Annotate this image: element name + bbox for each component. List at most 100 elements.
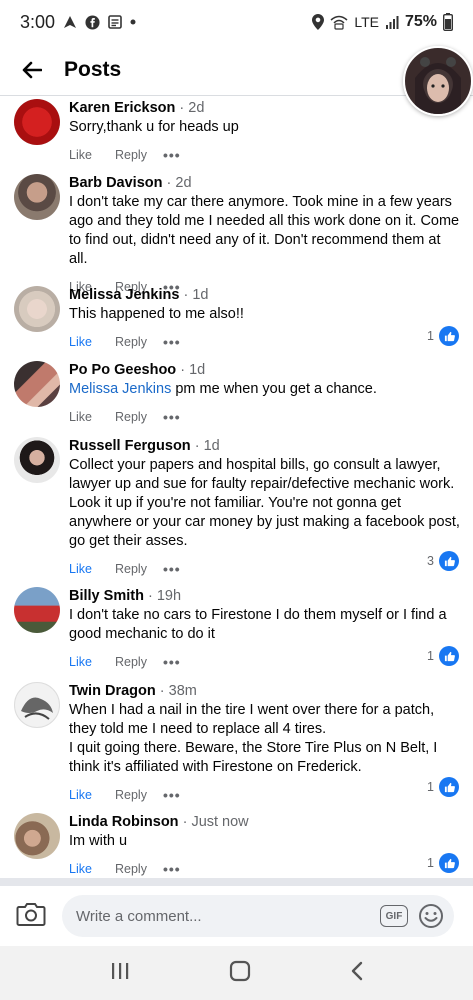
comment-text-continued: I quit going there. Beware, the Store Ti… [69,740,438,775]
comment-item: Linda Robinson · Just now Im with u Like… [0,811,473,881]
page-title: Posts [64,57,122,81]
emoji-icon[interactable] [418,903,444,933]
avatar[interactable] [14,587,60,633]
comment-author[interactable]: Linda Robinson [69,814,179,830]
more-options-icon[interactable]: ••• [163,788,181,802]
back-nav-icon[interactable] [350,961,364,986]
reply-button[interactable]: Reply [115,148,163,162]
more-options-icon[interactable]: ••• [163,655,181,669]
network-type: LTE [354,14,379,30]
reaction-count[interactable]: 1 [427,646,459,666]
comment-author[interactable]: Karen Erickson [69,100,175,116]
comment-placeholder: Write a comment... [76,907,202,925]
comment-author[interactable]: Twin Dragon [69,683,156,699]
reaction-count[interactable]: 3 [427,551,459,571]
thumbs-up-icon [439,853,459,873]
comment-text: I don't take no cars to Firestone I do t… [69,607,447,642]
home-icon[interactable] [229,960,251,987]
more-options-icon[interactable]: ••• [163,335,181,349]
thumbs-up-icon [439,646,459,666]
back-button[interactable] [0,44,64,96]
comment-input[interactable]: Write a comment... GIF [62,895,454,937]
comments-list: Karen Erickson · 2d Sorry,thank u for he… [0,97,473,881]
wifi-calling-icon [330,14,348,30]
avatar[interactable] [14,682,60,728]
camera-icon[interactable] [16,901,46,932]
notification-dot-icon [130,19,136,25]
comment-time[interactable]: 19h [157,588,181,604]
like-button[interactable]: Like [69,562,115,576]
more-options-icon[interactable]: ••• [163,862,181,876]
status-time: 3:00 [20,11,56,32]
reaction-number: 3 [427,554,434,568]
comment-item: Melissa Jenkins · 1d This happened to me… [0,284,473,359]
reaction-number: 1 [427,780,434,794]
avatar[interactable] [14,813,60,859]
reply-button[interactable]: Reply [115,562,163,576]
reaction-count[interactable]: 1 [427,853,459,873]
comment-item: Twin Dragon · 38m When I had a nail in t… [0,680,473,811]
thumbs-up-icon [439,777,459,797]
like-button[interactable]: Like [69,788,115,802]
comment-time[interactable]: 1d [192,287,208,303]
back-arrow-icon [22,61,42,78]
reaction-count[interactable]: 1 [427,777,459,797]
comment-time[interactable]: 2d [188,100,204,116]
comment-author[interactable]: Russell Ferguson [69,438,191,454]
reply-button[interactable]: Reply [115,410,163,424]
reaction-number: 1 [427,856,434,870]
avatar[interactable] [14,99,60,145]
comment-text: This happened to me also!! [69,306,244,322]
like-button[interactable]: Like [69,862,115,876]
avatar[interactable] [14,361,60,407]
news-icon [108,15,122,29]
reply-button[interactable]: Reply [115,862,163,876]
signal-icon [385,15,399,29]
comment-text: Collect your papers and hospital bills, … [69,457,460,549]
like-button[interactable]: Like [69,655,115,669]
battery-icon [443,13,453,31]
more-options-icon[interactable]: ••• [163,410,181,424]
mention-link[interactable]: Melissa Jenkins [69,381,171,397]
avatar[interactable] [14,437,60,483]
comment-time[interactable]: 1d [204,438,220,454]
comment-time[interactable]: Just now [191,814,248,830]
gif-button[interactable]: GIF [380,905,408,927]
comment-time[interactable]: 2d [175,175,191,191]
comment-item: Barb Davison · 2d I don't take my car th… [0,172,473,294]
reply-button[interactable]: Reply [115,788,163,802]
reply-button[interactable]: Reply [115,655,163,669]
comment-text: When I had a nail in the tire I went ove… [69,702,435,737]
facebook-icon [85,14,100,30]
recent-apps-icon[interactable] [110,962,130,985]
more-options-icon[interactable]: ••• [163,562,181,576]
comment-item: Po Po Geeshoo · 1d Melissa Jenkins pm me… [0,359,473,435]
comment-author[interactable]: Po Po Geeshoo [69,362,176,378]
status-bar: 3:00 LTE 75% [0,0,473,44]
comment-time[interactable]: 38m [169,683,197,699]
like-button[interactable]: Like [69,410,115,424]
battery-percent: 75% [404,13,437,30]
comment-item: Russell Ferguson · 1d Collect your paper… [0,435,473,585]
location-icon [312,14,325,30]
comment-author[interactable]: Melissa Jenkins [69,287,179,303]
reply-button[interactable]: Reply [115,335,163,349]
more-options-icon[interactable]: ••• [163,148,181,162]
comment-item: Billy Smith · 19h I don't take no cars t… [0,585,473,680]
reaction-count[interactable]: 1 [427,326,459,346]
comment-time[interactable]: 1d [189,362,205,378]
comment-text: I don't take my car there anymore. Took … [69,194,460,267]
comment-text: pm me when you get a chance. [171,381,377,397]
comment-item: Karen Erickson · 2d Sorry,thank u for he… [0,97,473,172]
header-bar: Posts [0,44,473,96]
like-button[interactable]: Like [69,148,115,162]
comment-composer: Write a comment... GIF [0,886,473,946]
avatar[interactable] [14,286,60,332]
composer-divider [0,878,473,886]
comment-text: Sorry,thank u for heads up [69,119,239,135]
comment-author[interactable]: Barb Davison [69,175,162,191]
comment-author[interactable]: Billy Smith [69,588,144,604]
like-button[interactable]: Like [69,335,115,349]
navigation-icon [63,15,77,29]
avatar[interactable] [14,174,60,220]
